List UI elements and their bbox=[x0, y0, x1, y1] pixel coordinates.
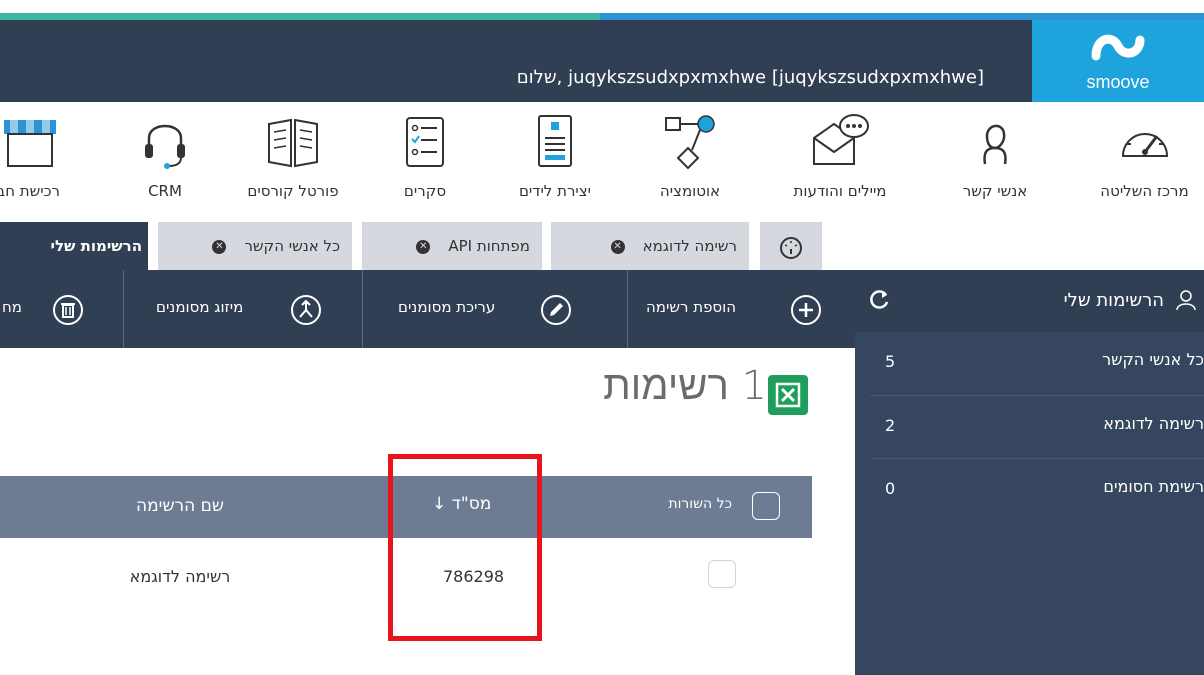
toolbar-label: יצירת לידים bbox=[518, 182, 592, 200]
divider bbox=[123, 270, 124, 348]
toolbar-item-course-portal[interactable]: פורטל קורסים bbox=[228, 102, 358, 220]
delete-selected-button[interactable]: מח bbox=[0, 270, 100, 348]
dashboard-icon bbox=[1121, 133, 1168, 157]
edit-selected-label: עריכת מסומנים bbox=[398, 298, 496, 316]
divider bbox=[362, 270, 363, 348]
contact-person-icon bbox=[983, 124, 1007, 165]
smoove-logo-mark-icon bbox=[1091, 34, 1145, 61]
top-bar bbox=[0, 0, 1204, 20]
delete-selected-label: מח bbox=[2, 298, 22, 316]
tab-dashboard[interactable] bbox=[760, 222, 822, 270]
gauge-icon bbox=[780, 236, 802, 259]
list-name: רשימת חסומים bbox=[1103, 477, 1204, 496]
tab-label: הרשימות שלי bbox=[50, 237, 142, 255]
page-title: 1 רשימות bbox=[603, 363, 767, 409]
toolbar-item-surveys[interactable]: סקרים bbox=[380, 102, 470, 220]
lead-form-icon bbox=[538, 115, 572, 167]
sidebar-item-all-contacts[interactable]: 5 כל אנשי הקשר bbox=[870, 332, 1204, 395]
list-name: רשימה לדוגמא bbox=[1103, 414, 1204, 433]
tab-sample-list[interactable]: רשימה לדוגמא ✕ bbox=[551, 222, 749, 270]
smoove-logo[interactable]: smoove bbox=[1032, 20, 1204, 102]
close-icon[interactable]: ✕ bbox=[212, 239, 227, 254]
select-all-label: כל השורות bbox=[668, 496, 732, 512]
main-toolbar: מרכז השליטה אנשי קשר מיילים והודעות אוטו… bbox=[0, 102, 1204, 220]
tab-my-lists[interactable]: הרשימות שלי bbox=[0, 222, 148, 270]
select-all-checkbox[interactable] bbox=[752, 492, 780, 520]
toolbar-label: רכישת חב bbox=[0, 182, 60, 200]
column-header-list-name[interactable]: שם הרשימה bbox=[110, 496, 250, 516]
list-count: 5 bbox=[885, 352, 896, 371]
accent-stripe-blue bbox=[600, 13, 1204, 20]
close-icon[interactable]: ✕ bbox=[610, 239, 625, 254]
tab-label: מפתחות API bbox=[448, 237, 530, 255]
toolbar-item-crm[interactable]: CRM bbox=[125, 102, 205, 220]
tab-all-contacts[interactable]: כל אנשי הקשר ✕ bbox=[158, 222, 352, 270]
cell-list-name[interactable]: רשימה לדוגמא bbox=[100, 567, 260, 586]
action-bar: הוספת רשימה עריכת מסומנים מיזוג מסומנים … bbox=[0, 270, 855, 348]
divider bbox=[627, 270, 628, 348]
list-count: 0 bbox=[885, 479, 896, 498]
add-list-button[interactable]: הוספת רשימה bbox=[640, 270, 830, 348]
add-list-label: הוספת רשימה bbox=[646, 298, 737, 316]
sidebar-header: הרשימות שלי bbox=[855, 270, 1204, 332]
automation-flow-icon bbox=[665, 115, 715, 170]
toolbar-item-dashboard[interactable]: מרכז השליטה bbox=[1085, 102, 1204, 220]
merge-selected-label: מיזוג מסומנים bbox=[156, 298, 244, 316]
accent-stripe-green bbox=[0, 13, 600, 20]
trash-circle-icon bbox=[53, 295, 83, 325]
merge-selected-button[interactable]: מיזוג מסומנים bbox=[140, 270, 350, 348]
toolbar-item-contacts[interactable]: אנשי קשר bbox=[940, 102, 1050, 220]
tab-label: כל אנשי הקשר bbox=[244, 237, 340, 255]
row-checkbox[interactable] bbox=[708, 560, 736, 588]
app-header: [juqykszsudxpxmxhwe] juqykszsudxpxmxhwe … bbox=[0, 20, 1204, 102]
tab-api-keys[interactable]: מפתחות API ✕ bbox=[362, 222, 542, 270]
sidebar-title: הרשימות שלי bbox=[1063, 290, 1164, 311]
list-name: כל אנשי הקשר bbox=[1102, 350, 1204, 369]
toolbar-item-mails[interactable]: מיילים והודעות bbox=[770, 102, 910, 220]
lists-sidebar: הרשימות שלי 5 כל אנשי הקשר 2 רשימה לדוגמ… bbox=[855, 270, 1204, 675]
store-awning-icon bbox=[4, 120, 56, 167]
toolbar-label: סקרים bbox=[403, 182, 447, 200]
user-greeting: [juqykszsudxpxmxhwe] juqykszsudxpxmxhwe … bbox=[516, 67, 984, 88]
toolbar-label: אנשי קשר bbox=[962, 182, 1028, 200]
merge-circle-icon bbox=[291, 295, 321, 325]
toolbar-item-store[interactable]: רכישת חב bbox=[0, 102, 60, 220]
toolbar-label: אוטומציה bbox=[659, 182, 721, 200]
tab-label: רשימה לדוגמא bbox=[642, 237, 737, 255]
list-count: 2 bbox=[885, 416, 896, 435]
mail-messages-icon bbox=[813, 114, 869, 165]
close-icon[interactable]: ✕ bbox=[416, 239, 431, 254]
excel-export-icon[interactable] bbox=[764, 371, 812, 419]
toolbar-label: מרכז השליטה bbox=[1100, 182, 1189, 200]
sidebar-item-blocked-list[interactable]: 0 רשימת חסומים bbox=[870, 458, 1204, 521]
tabs-bar: רשימה לדוגמא✕ מפתחות API✕ כל אנשי הקשר✕ … bbox=[0, 220, 1204, 270]
sidebar-item-sample-list[interactable]: 2 רשימה לדוגמא bbox=[870, 395, 1204, 458]
plus-circle-icon bbox=[791, 295, 821, 325]
open-book-icon bbox=[268, 118, 318, 168]
refresh-icon[interactable] bbox=[869, 288, 891, 310]
highlight-box bbox=[388, 454, 542, 641]
toolbar-label: CRM bbox=[148, 182, 182, 200]
logo-text: smoove bbox=[1086, 72, 1150, 92]
pencil-circle-icon bbox=[541, 295, 571, 325]
edit-selected-button[interactable]: עריכת מסומנים bbox=[382, 270, 617, 348]
survey-checklist-icon bbox=[406, 117, 444, 167]
users-icon bbox=[1176, 290, 1196, 311]
headset-icon bbox=[145, 124, 185, 169]
toolbar-item-automation[interactable]: אוטומציה bbox=[640, 102, 740, 220]
toolbar-label: מיילים והודעות bbox=[793, 182, 887, 200]
toolbar-label: פורטל קורסים bbox=[247, 182, 339, 200]
toolbar-item-leads[interactable]: יצירת לידים bbox=[505, 102, 605, 220]
